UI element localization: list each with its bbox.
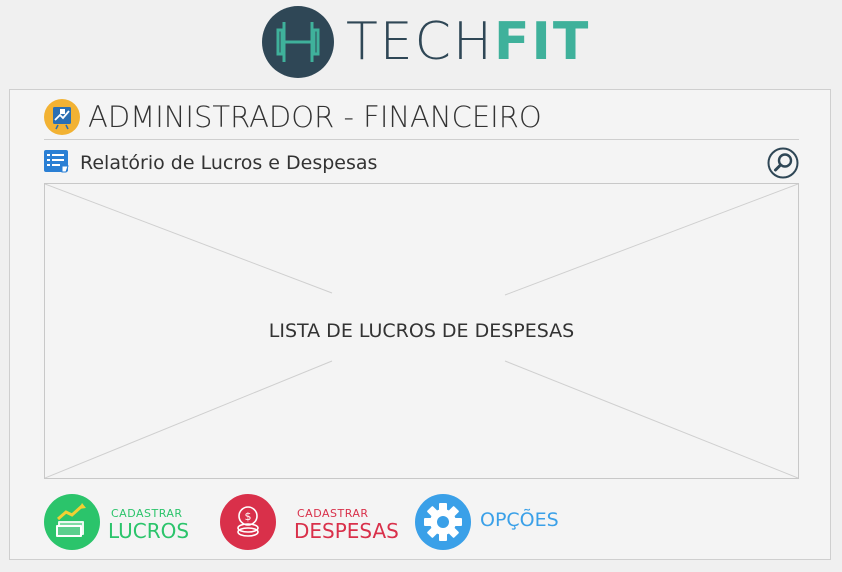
profit-expense-list: LISTA DE LUCROS DE DESPESAS [44,183,799,479]
register-profits-button[interactable]: CADASTRAR LUCROS [44,494,194,550]
svg-text:$: $ [245,510,252,523]
register-expenses-label: DESPESAS [294,519,399,543]
brand-name: TECHFIT [346,12,591,72]
search-button[interactable] [767,147,799,179]
options-label: OPÇÕES [480,509,559,531]
coins-icon: $ [220,494,276,550]
page-title: ADMINISTRADOR - FINANCEIRO [88,100,542,134]
money-growth-icon [44,494,100,550]
finance-chart-icon [44,99,80,135]
admin-panel: ADMINISTRADOR - FINANCEIRO Relatório de … [9,89,831,560]
search-icon [767,147,799,179]
placeholder-cross [45,184,798,478]
divider [44,139,799,140]
techfit-logo: TECHFIT [262,6,592,78]
register-expenses-button[interactable]: $ CADASTRAR DESPESAS [220,494,399,550]
gear-icon [415,494,471,550]
options-button[interactable]: OPÇÕES [415,494,575,550]
logo-monogram-icon [262,6,334,78]
report-title: Relatório de Lucros e Despesas [80,152,378,174]
register-profits-label: LUCROS [108,519,190,543]
report-list-icon [44,150,70,174]
